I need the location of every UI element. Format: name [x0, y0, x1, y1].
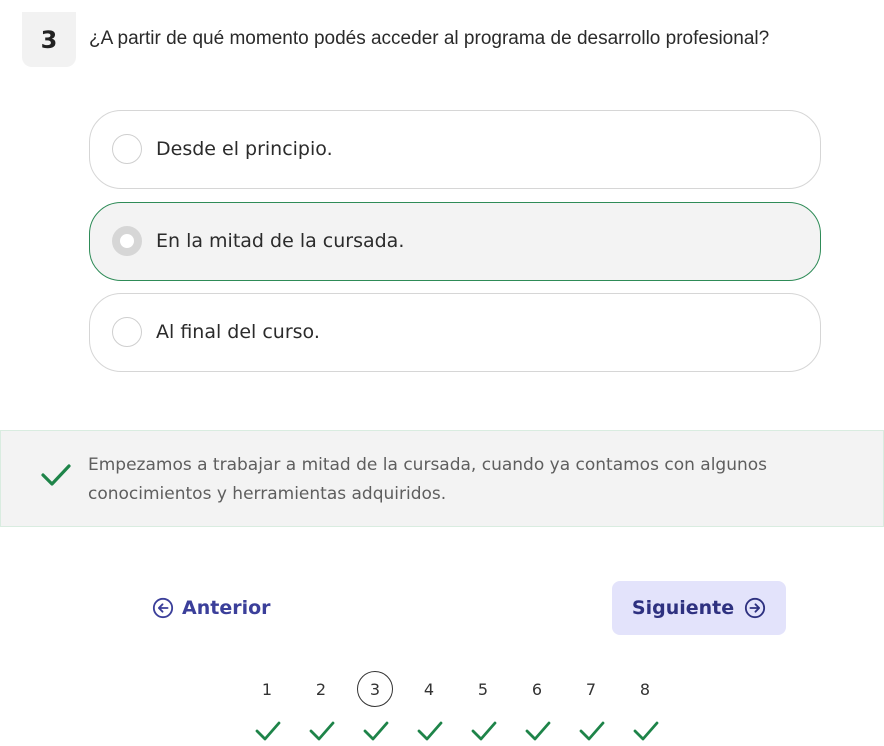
next-button-label: Siguiente: [631, 597, 735, 619]
answer-option-label: Al final del curso.: [156, 321, 320, 343]
answer-option-label: Desde el principio.: [156, 138, 333, 160]
feedback-panel: Empezamos a trabajar a mitad de la cursa…: [0, 430, 884, 527]
question-text: ¿A partir de qué momento podés acceder a…: [89, 28, 770, 49]
previous-button-label: Anterior: [182, 597, 271, 619]
check-icon: [633, 721, 659, 741]
page-number-4[interactable]: 4: [411, 671, 447, 707]
page-number-3-current[interactable]: 3: [357, 671, 393, 707]
page-item: 3: [348, 670, 402, 746]
check-icon: [579, 721, 605, 741]
page-item: 5: [456, 670, 510, 746]
radio-button-selected[interactable]: [112, 226, 142, 256]
page-number-8[interactable]: 8: [627, 671, 663, 707]
page-number-7[interactable]: 7: [573, 671, 609, 707]
previous-button[interactable]: Anterior: [152, 592, 271, 624]
answer-option-3[interactable]: Al final del curso.: [89, 293, 821, 372]
answer-option-2[interactable]: En la mitad de la cursada.: [89, 202, 821, 281]
page-item: 4: [402, 670, 456, 746]
arrow-left-circle-icon: [152, 597, 174, 619]
radio-button[interactable]: [112, 134, 142, 164]
check-icon: [471, 721, 497, 741]
page-item: 6: [510, 670, 564, 746]
check-icon: [255, 721, 281, 741]
next-button[interactable]: Siguiente: [612, 581, 786, 635]
check-icon: [525, 721, 551, 741]
check-icon: [363, 721, 389, 741]
check-icon: [309, 721, 335, 741]
check-icon: [41, 464, 71, 486]
page-number-6[interactable]: 6: [519, 671, 555, 707]
page-number-5[interactable]: 5: [465, 671, 501, 707]
question-number: 3: [22, 12, 76, 67]
quiz-page: 3 ¿A partir de qué momento podés acceder…: [0, 0, 884, 746]
answer-option-label: En la mitad de la cursada.: [156, 230, 405, 252]
answer-option-1[interactable]: Desde el principio.: [89, 110, 821, 189]
feedback-text: Empezamos a trabajar a mitad de la cursa…: [88, 455, 768, 504]
radio-button[interactable]: [112, 317, 142, 347]
question-pagination: 1 2 3 4 5 6 7 8: [240, 670, 672, 746]
page-number-2[interactable]: 2: [303, 671, 339, 707]
page-item: 2: [294, 670, 348, 746]
check-icon: [417, 721, 443, 741]
page-item: 1: [240, 670, 294, 746]
page-number-1[interactable]: 1: [249, 671, 285, 707]
page-item: 8: [618, 670, 672, 746]
page-item: 7: [564, 670, 618, 746]
arrow-right-circle-icon: [745, 597, 766, 619]
